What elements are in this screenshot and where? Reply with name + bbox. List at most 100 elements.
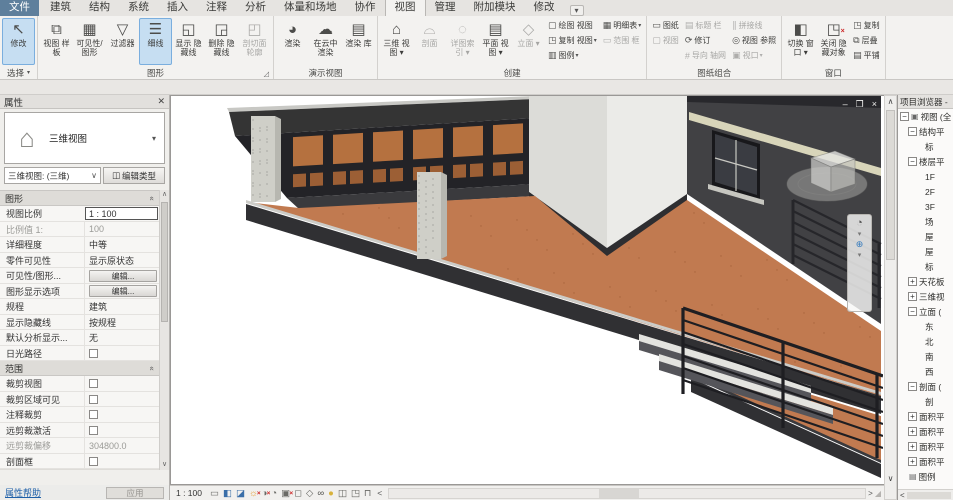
collapse-box-icon[interactable]: − [908, 382, 917, 391]
tree-item-东[interactable]: 东 [898, 319, 953, 334]
button-修改[interactable]: ↖修改 [2, 18, 35, 65]
scroll-thumb[interactable] [886, 110, 895, 260]
expand-box-icon[interactable]: + [908, 292, 917, 301]
tab-文件[interactable]: 文件 [0, 0, 39, 16]
button-视图样板[interactable]: ⧉视图 样板 [40, 18, 73, 65]
expand-box-icon[interactable]: + [908, 442, 917, 451]
property-value[interactable]: 中等 [84, 237, 159, 252]
button-可见性/图形[interactable]: ▦可见性/ 图形 [73, 18, 106, 65]
resize-grip[interactable]: ◢ [875, 489, 881, 498]
tab-视图[interactable]: 视图 [385, 0, 426, 16]
button-修订[interactable]: ⟳修订 [683, 33, 728, 48]
tree-item-天花板[interactable]: +天花板 [898, 274, 953, 289]
temporary-hide-isolate-icon[interactable]: ∞ [317, 488, 324, 499]
tree-item-屋[interactable]: 屋 [898, 229, 953, 244]
browser-horizontal-scrollbar[interactable]: < [898, 489, 953, 500]
view-scale-button[interactable]: 1 : 100 [176, 488, 202, 498]
view-instance-select[interactable]: 三维视图: (三维) ∨ [4, 167, 101, 184]
wheel-menu-arrow-icon[interactable]: ▾ [858, 230, 862, 238]
property-value[interactable]: 建筑 [84, 299, 159, 314]
sun-path-icon[interactable]: ☼× [249, 488, 258, 499]
property-value[interactable]: 1 : 100 [85, 207, 158, 220]
tab-管理[interactable]: 管理 [426, 0, 465, 16]
collapse-box-icon[interactable]: − [908, 157, 917, 166]
drawing-area-3d-view[interactable]: – ❐ × ◔▾⊕▾ [170, 95, 884, 485]
horizontal-scrollbar[interactable] [388, 488, 866, 499]
reveal-hidden-elements-icon[interactable]: ● [328, 488, 334, 499]
tree-item-面积平[interactable]: +面积平 [898, 439, 953, 454]
zoom-icon[interactable]: ⊕ [856, 239, 864, 250]
property-value[interactable] [84, 376, 159, 391]
vertical-scrollbar[interactable]: ∧ ∨ [884, 95, 897, 500]
button-平铺[interactable]: ▤平铺 [851, 48, 882, 63]
tree-item-面积平[interactable]: +面积平 [898, 454, 953, 469]
tree-item-西[interactable]: 西 [898, 364, 953, 379]
unlocked-view-icon[interactable]: ◇ [306, 488, 313, 499]
panel-menu-arrow-icon[interactable]: ▾ [27, 69, 30, 76]
tab-协作[interactable]: 协作 [346, 0, 385, 16]
ribbon-display-toggle[interactable]: ▾ [570, 5, 584, 16]
tree-item-标[interactable]: 标 [898, 259, 953, 274]
tree-item-1F[interactable]: 1F [898, 169, 953, 184]
property-value[interactable] [84, 454, 159, 469]
tree-item-面积平[interactable]: +面积平 [898, 409, 953, 424]
show-crop-region-icon[interactable]: ◻ [294, 488, 302, 499]
displaced-elements-icon[interactable]: ◳ [351, 488, 360, 499]
tab-结构[interactable]: 结构 [80, 0, 119, 16]
temporary-view-properties-icon[interactable]: ◫ [338, 488, 347, 499]
property-value[interactable]: 编辑... [84, 284, 159, 299]
property-value[interactable]: 显示原状态 [84, 253, 159, 268]
property-value[interactable]: 按规程 [84, 315, 159, 330]
tree-item-剖[interactable]: 剖 [898, 394, 953, 409]
checkbox[interactable] [89, 410, 98, 419]
tree-item-三维视[interactable]: +三维视 [898, 289, 953, 304]
tab-分析[interactable]: 分析 [236, 0, 275, 16]
shadows-icon[interactable]: ◑× [262, 488, 268, 499]
expand-box-icon[interactable]: + [908, 412, 917, 421]
property-value[interactable] [84, 346, 159, 361]
tree-item-标[interactable]: 标 [898, 139, 953, 154]
expand-box-icon[interactable]: + [908, 427, 917, 436]
collapse-box-icon[interactable]: − [900, 112, 909, 121]
scroll-left-icon[interactable]: < [900, 491, 905, 500]
button-显示隐藏线[interactable]: ◱显示 隐藏线 [172, 18, 205, 65]
tree-item-屋[interactable]: 屋 [898, 244, 953, 259]
button-明细表[interactable]: ▦明细表▾ [601, 18, 644, 33]
reveal-constraints-icon[interactable]: ⊓ [364, 488, 371, 499]
property-value[interactable] [84, 392, 159, 407]
property-value[interactable]: 无 [84, 330, 159, 345]
property-value[interactable]: 100 [84, 222, 159, 237]
tree-item-场[interactable]: 场 [898, 214, 953, 229]
property-value[interactable]: 304800.0 [84, 438, 159, 453]
scroll-right-icon[interactable]: > [868, 489, 873, 498]
button-图例[interactable]: ▥图例▾ [546, 48, 599, 63]
view-restore-icon[interactable]: ❐ [856, 99, 865, 110]
tree-item-结构平[interactable]: −结构平 [898, 124, 953, 139]
crop-view-icon[interactable]: ▣× [281, 488, 290, 499]
button-删除隐藏线[interactable]: ◲删除 隐藏线 [205, 18, 238, 65]
scroll-up-icon[interactable]: ∧ [160, 190, 169, 200]
tree-item-立面 ([interactable]: −立面 ( [898, 304, 953, 319]
expand-box-icon[interactable]: + [908, 457, 917, 466]
button-绘图视图[interactable]: ▢绘图 视图 [546, 18, 599, 33]
button-在云中渲染[interactable]: ☁在云中 渲染 [309, 18, 342, 65]
button-视图参照[interactable]: ◎视图 参照 [730, 33, 778, 48]
button-层叠[interactable]: ⧉层叠 [851, 33, 882, 48]
button-切换窗口[interactable]: ◧切换 窗口 ▾ [784, 18, 817, 65]
scroll-thumb[interactable] [161, 202, 168, 322]
tab-注释[interactable]: 注释 [197, 0, 236, 16]
tree-item-楼层平[interactable]: −楼层平 [898, 154, 953, 169]
tree-item-南[interactable]: 南 [898, 349, 953, 364]
tree-item-视图 (全[interactable]: −▣视图 (全 [898, 109, 953, 124]
scroll-thumb[interactable] [907, 492, 951, 499]
button-复制[interactable]: ◳复制 [851, 18, 882, 33]
tab-建筑[interactable]: 建筑 [41, 0, 80, 16]
button-平面视图[interactable]: ▤平面 视图 ▾ [479, 18, 512, 65]
edit-button[interactable]: 编辑... [89, 285, 157, 297]
tab-系统[interactable]: 系统 [119, 0, 158, 16]
close-icon[interactable]: ✕ [157, 96, 165, 107]
button-图纸[interactable]: ▭图纸 [650, 18, 681, 33]
tab-插入[interactable]: 插入 [158, 0, 197, 16]
scroll-up-icon[interactable]: ∧ [885, 96, 896, 108]
button-渲染[interactable]: ◕渲染 [276, 18, 309, 65]
